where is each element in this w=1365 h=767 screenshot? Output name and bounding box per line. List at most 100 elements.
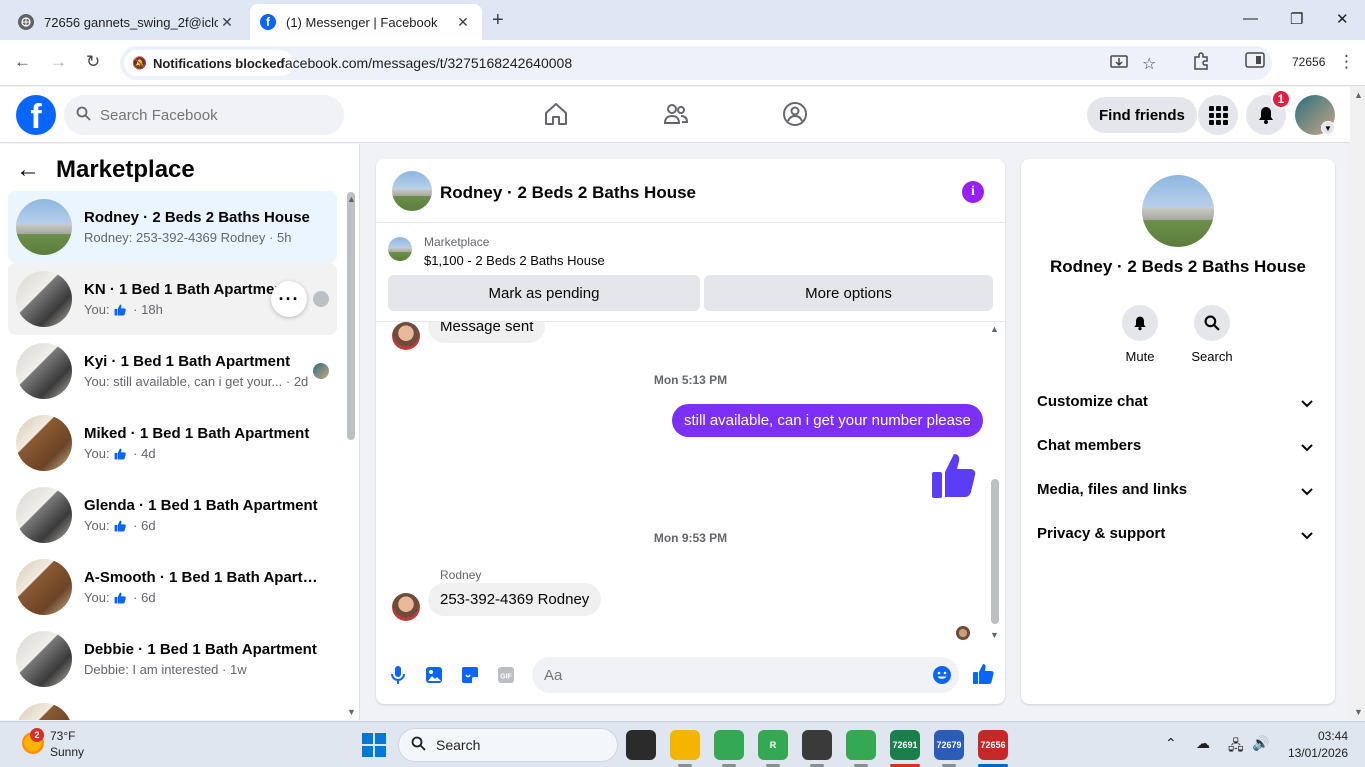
conversation-item[interactable]: Miked · 1 Bed 1 Bath Apartment You: · 4d (8, 407, 337, 479)
more-options-button[interactable]: More options (704, 275, 993, 311)
chevron-up-icon[interactable]: ⌃ (1165, 735, 1177, 752)
sticker-icon[interactable] (460, 665, 480, 690)
listing-thumbnail (16, 631, 72, 687)
contact-avatar[interactable] (1142, 175, 1214, 247)
notifications-blocked-chip[interactable]: 🔕 Notifications blocked (124, 50, 295, 76)
network-icon[interactable]: 🖧 (1228, 735, 1244, 759)
close-window-icon[interactable]: ✕ (1336, 10, 1349, 28)
conversation-item[interactable]: Debbie · 1 Bed 1 Bath Apartment Debbie: I… (8, 623, 337, 695)
tab-title: 72656 gannets_swing_2f@iclou (44, 14, 218, 30)
photo-icon[interactable] (424, 665, 444, 690)
url-text[interactable]: facebook.com/messages/t/3275168242640008 (281, 55, 572, 71)
gif-icon[interactable]: GIF (496, 665, 516, 690)
forward-icon[interactable]: → (50, 52, 67, 72)
privacy-support-section[interactable]: Privacy & support (1029, 511, 1327, 555)
mute-button[interactable]: Mute (1110, 305, 1170, 364)
conversation-item[interactable]: Connie · 1 Bed 1 Bath Apartme... (8, 695, 337, 720)
listing-price[interactable]: $1,100 - 2 Beds 2 Baths House (424, 253, 605, 268)
browser-profile-label[interactable]: 72656 (1292, 55, 1325, 69)
side-panel-icon[interactable] (1245, 52, 1265, 73)
scroll-up-icon[interactable]: ▲ (990, 324, 999, 334)
page-scrollbar[interactable]: ▲ ▼ (1350, 87, 1365, 720)
browser-tab-messenger[interactable]: f (1) Messenger | Facebook ✕ (250, 4, 482, 40)
system-date[interactable]: 13/01/2026 (1286, 746, 1348, 760)
scroll-down-icon[interactable]: ▼ (1354, 707, 1363, 717)
chrome-icon[interactable] (714, 730, 744, 760)
task-view-icon[interactable] (626, 730, 656, 760)
message-composer: GIF (376, 651, 1005, 699)
back-arrow-icon[interactable]: ← (16, 158, 40, 182)
profile-72679-icon[interactable]: 72679 (934, 730, 964, 760)
scroll-down-icon[interactable]: ▼ (347, 707, 356, 717)
customize-chat-section[interactable]: Customize chat (1029, 379, 1327, 423)
conversation-text: Miked · 1 Bed 1 Bath Apartment You: · 4d (84, 425, 324, 461)
minimize-icon[interactable]: — (1243, 10, 1258, 27)
close-tab-icon[interactable]: ✕ (218, 14, 236, 31)
conversation-item[interactable]: KN · 1 Bed 1 Bath Apartment You: · 18h ··· (8, 263, 337, 335)
onedrive-icon[interactable]: ☁ (1196, 735, 1210, 752)
separator: · (265, 230, 277, 245)
friends-icon[interactable] (663, 101, 689, 132)
weather-temperature[interactable]: 73°F (50, 729, 75, 743)
close-tab-icon[interactable]: ✕ (454, 14, 472, 31)
sender-avatar[interactable] (392, 322, 420, 350)
conversation-item[interactable]: A-Smooth · 1 Bed 1 Bath Apartm... You: · … (8, 551, 337, 623)
sender-avatar[interactable] (392, 593, 420, 621)
start-button[interactable] (362, 733, 386, 757)
menu-grid-button[interactable] (1198, 95, 1238, 135)
back-icon[interactable]: ← (14, 52, 31, 72)
conversation-item[interactable]: Glenda · 1 Bed 1 Bath Apartment You: · 6d (8, 479, 337, 551)
browser-tab-email[interactable]: 72656 gannets_swing_2f@iclou ✕ (8, 4, 246, 40)
list-scrollbar[interactable] (347, 192, 355, 440)
chat-members-section[interactable]: Chat members (1029, 423, 1327, 467)
conversation-item[interactable]: Kyi · 1 Bed 1 Bath Apartment You: still a… (8, 335, 337, 407)
send-like-icon[interactable] (972, 663, 994, 690)
browser-menu-icon[interactable]: ⋮ (1338, 52, 1355, 72)
scroll-up-icon[interactable]: ▲ (1354, 90, 1363, 100)
file-explorer-icon[interactable] (670, 730, 700, 760)
message-input[interactable] (532, 657, 959, 693)
microphone-icon[interactable] (390, 665, 406, 690)
install-app-icon[interactable] (1110, 54, 1128, 75)
conversation-name: A-Smooth · 1 Bed 1 Bath Apartm... (84, 569, 324, 586)
address-bar[interactable]: 🔕 Notifications blocked facebook.com/mes… (120, 46, 1272, 80)
scroll-up-icon[interactable]: ▲ (347, 194, 356, 204)
groups-icon[interactable] (782, 101, 808, 132)
conversation-text: Glenda · 1 Bed 1 Bath Apartment You: · 6d (84, 497, 324, 533)
scroll-down-icon[interactable]: ▼ (990, 630, 999, 640)
message-bubble: 253-392-4369 Rodney (428, 583, 602, 616)
chat-avatar[interactable] (392, 171, 432, 211)
info-icon[interactable]: i (962, 181, 984, 203)
extensions-icon[interactable] (1192, 52, 1210, 75)
chat-title[interactable]: Rodney · 2 Beds 2 Baths House (440, 183, 696, 203)
conversation-item[interactable]: Rodney · 2 Beds 2 Baths House Rodney: 253… (8, 191, 337, 263)
find-friends-button[interactable]: Find friends (1087, 97, 1197, 133)
profile-72656-icon[interactable]: 72656 (978, 730, 1008, 760)
new-tab-icon[interactable]: + (492, 9, 504, 32)
taskbar-search[interactable]: Search (398, 728, 618, 762)
emoji-icon[interactable] (932, 665, 952, 690)
profile-72691-icon[interactable]: 72691 (890, 730, 920, 760)
chat-scrollbar[interactable] (991, 479, 999, 624)
facebook-logo-icon[interactable]: f (16, 95, 56, 135)
weather-condition[interactable]: Sunny (50, 745, 84, 759)
list-header: ← Marketplace (16, 156, 195, 184)
reload-icon[interactable]: ↻ (86, 52, 100, 72)
chevron-down-icon[interactable]: ▼ (1321, 121, 1335, 135)
chrome-profile-icon[interactable] (846, 730, 876, 760)
home-icon[interactable] (543, 101, 569, 132)
system-time[interactable]: 03:44 (1302, 729, 1348, 743)
search-conversation-button[interactable]: Search (1182, 305, 1242, 364)
bell-off-icon: 🔕 (132, 56, 147, 70)
volume-icon[interactable]: 🔊 (1252, 735, 1269, 752)
thumbs-up-icon (114, 592, 126, 603)
app-x-icon[interactable] (802, 730, 832, 760)
facebook-search-input[interactable] (100, 106, 330, 124)
bookmark-star-icon[interactable]: ☆ (1142, 54, 1156, 74)
mark-as-pending-button[interactable]: Mark as pending (388, 275, 700, 311)
maximize-icon[interactable]: ❐ (1290, 10, 1303, 28)
media-files-links-section[interactable]: Media, files and links (1029, 467, 1327, 511)
more-options-icon[interactable]: ··· (271, 281, 307, 317)
chrome-profile-icon[interactable]: R (758, 730, 788, 760)
facebook-search-box[interactable] (64, 95, 344, 135)
